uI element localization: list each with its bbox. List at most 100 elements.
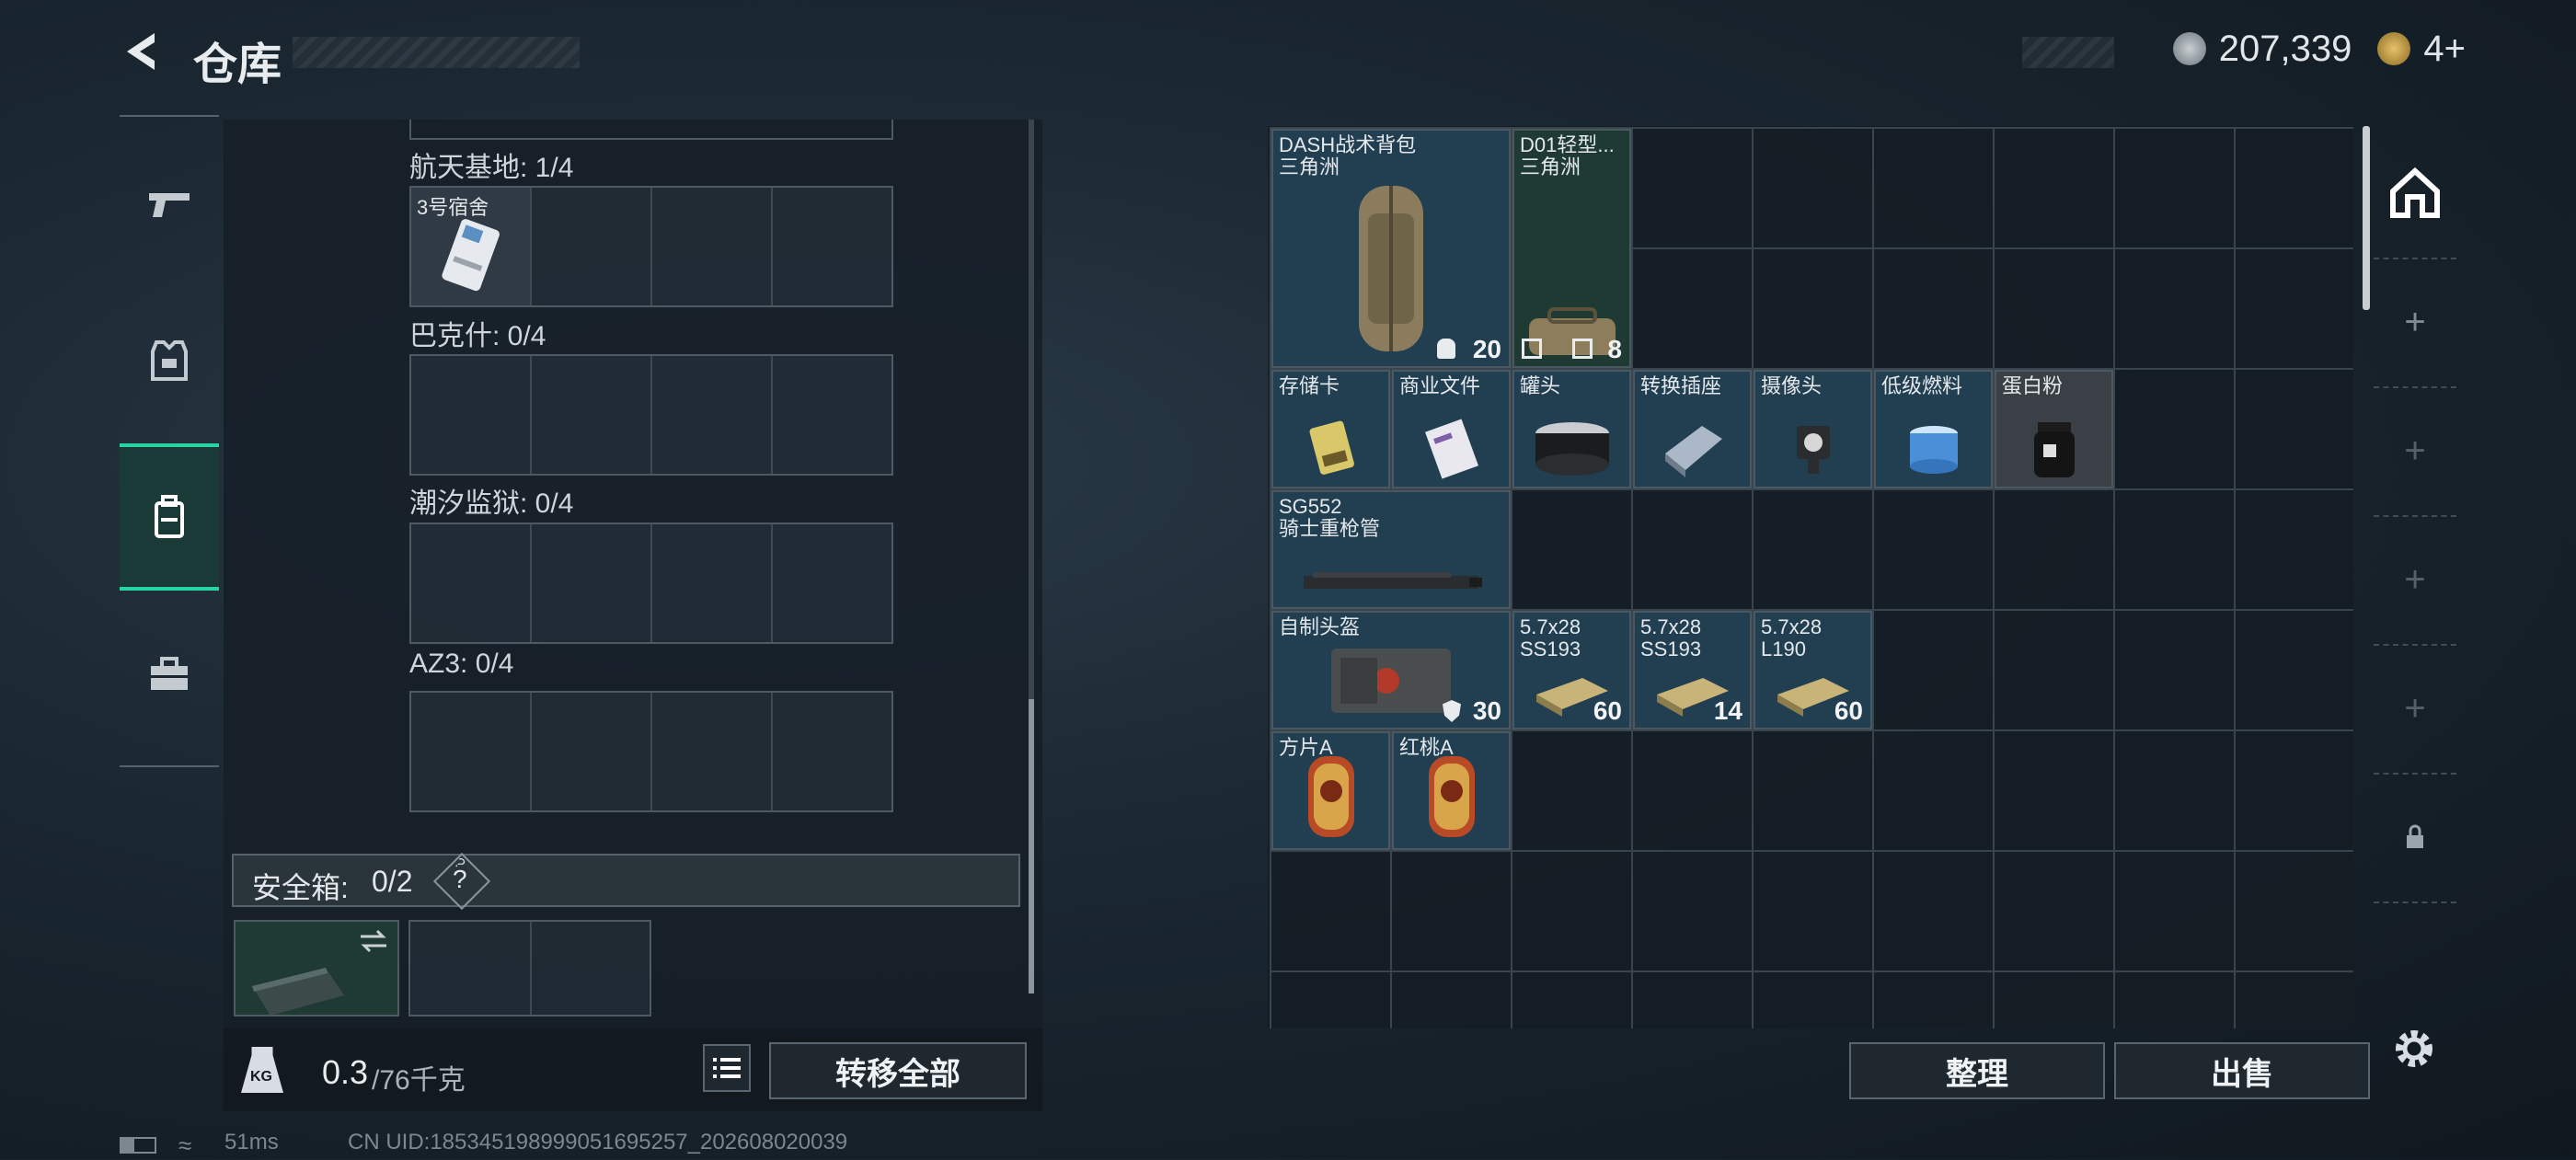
inventory-item[interactable]: DASH战术背包 三角洲 20 [1271,129,1511,368]
grid-slot[interactable] [532,188,652,305]
back-button[interactable] [118,28,166,75]
grid-slot[interactable] [652,524,773,642]
item-image [1273,417,1388,481]
grid-slot[interactable] [773,188,891,305]
tab-add-1[interactable]: + [2374,258,2456,388]
item-image [1394,417,1509,481]
inventory-item[interactable]: 方片A [1271,731,1390,850]
page-title: 仓库 [193,40,282,89]
grid-slot[interactable]: 3号宿舍 [411,188,532,305]
plus-icon: + [2404,558,2426,600]
section-grid [409,691,893,812]
item-name: 方片A [1279,736,1333,759]
sell-button[interactable]: 出售 [2114,1042,2370,1099]
sidebar-item-weapons[interactable] [120,131,219,278]
safebox-slot[interactable] [234,920,399,1016]
item-quantity: 60 [1834,696,1863,725]
item-stat: 20 [1472,335,1501,363]
section-grid [409,354,893,476]
grid-slot[interactable] [652,188,773,305]
grid-slot[interactable] [411,356,532,474]
item-image [1876,417,1991,481]
sort-button[interactable]: 整理 [1849,1042,2105,1099]
inventory-item[interactable]: 5.7x28 L190 60 [1754,611,1872,729]
grid-slot[interactable] [652,356,773,474]
section-grid: 3号宿舍 [409,186,893,307]
slots-icon [1572,339,1593,359]
weight-current: 0.3 [322,1053,369,1091]
gear-icon [2396,1030,2432,1067]
keycard-icon [442,219,500,292]
grid-slot[interactable] [411,524,532,642]
no-entry-icon [1522,339,1542,359]
inventory-item[interactable]: 5.7x28 SS193 14 [1633,611,1752,729]
capacity-icon [1437,339,1455,359]
inventory-item[interactable]: SG552 骑士重枪管 [1271,490,1511,609]
tab-add-4[interactable]: + [2374,644,2456,775]
swap-icon [361,929,386,953]
currency-amount: 207,339 [2218,28,2352,69]
inventory-item[interactable]: 自制头盔 30 [1271,611,1511,729]
item-image [1514,417,1629,481]
inventory-item[interactable]: 罐头 [1512,370,1631,488]
grid-slot[interactable] [773,693,891,810]
silver-coin-icon [2172,32,2206,65]
inventory-item[interactable]: 存储卡 [1271,370,1390,488]
left-scrollbar-thumb[interactable] [1029,699,1034,993]
inventory-item[interactable]: 商业文件 [1392,370,1511,488]
item-name: 摄像头 [1761,374,1823,397]
item-image [1273,177,1509,361]
item-image [1273,565,1509,602]
tab-stash[interactable] [2374,129,2456,259]
tab-add-2[interactable]: + [2374,386,2456,517]
inventory-item[interactable]: 转换插座 [1633,370,1752,488]
section-label: 航天基地: 1/4 [409,153,574,183]
gold-coin-icon [2377,32,2411,65]
ping-text: 51ms [224,1130,279,1154]
sidebar-item-equipment[interactable] [120,287,219,434]
tab-add-3[interactable]: + [2374,515,2456,646]
settings-button[interactable] [2388,1023,2440,1074]
inventory-item[interactable]: D01轻型... 三角洲 8 [1512,129,1631,368]
item-image [1635,417,1750,481]
lock-icon [2407,824,2423,848]
safebox-count: 0/2 [372,865,413,898]
item-name: 转换插座 [1640,374,1722,397]
title-decoration [293,37,580,68]
toolbox-icon [151,657,188,690]
inventory-scrollbar[interactable] [2363,126,2370,310]
tab-locked[interactable] [2374,773,2456,903]
item-stat: 8 [1607,335,1622,363]
inventory-item[interactable]: 红桃A [1392,731,1511,850]
premium-amount: 4+ [2423,28,2466,69]
grid-slot[interactable] [773,356,891,474]
item-quantity: 60 [1593,696,1622,725]
item-image [1996,417,2111,481]
grid-slot[interactable] [773,524,891,642]
inventory-item[interactable]: 摄像头 [1754,370,1872,488]
safebox-empty-slot[interactable] [408,920,651,1016]
item-image [1394,751,1509,843]
help-mark: ? [453,865,467,893]
sidebar-item-toolbox[interactable] [120,600,219,747]
grid-slot[interactable] [532,524,652,642]
transfer-all-button[interactable]: 转移全部 [769,1042,1027,1099]
weight-max: /76千克 [372,1065,466,1096]
inventory-item[interactable]: 5.7x28 SS193 60 [1512,611,1631,729]
grid-slot[interactable] [532,693,652,810]
grid-slot[interactable] [411,693,532,810]
inventory-item[interactable]: 蛋白粉 [1995,370,2113,488]
grid-slot[interactable] [652,693,773,810]
list-view-button[interactable] [703,1044,751,1092]
item-name: 存储卡 [1279,374,1340,397]
section-label: 巴克什: 0/4 [409,321,546,351]
item-quantity: 14 [1713,696,1742,725]
pistol-icon [149,193,190,217]
grid-slot[interactable] [532,356,652,474]
sidebar-item-backpack[interactable] [120,443,219,591]
wifi-icon: ≈ [178,1131,192,1159]
backpack-icon [155,495,184,538]
inventory-item[interactable]: 低级燃料 [1874,370,1993,488]
item-name: 红桃A [1399,736,1454,759]
safebox-bar: 安全箱: 0/2 ? ? [232,852,1020,911]
